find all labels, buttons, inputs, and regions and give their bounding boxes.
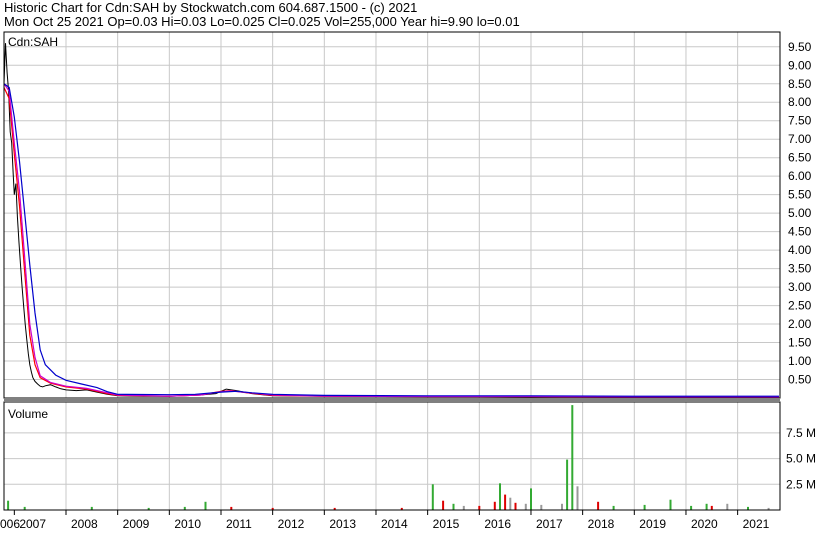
price-line [3,43,780,398]
price-tick-label: 7.50 [788,114,812,128]
volume-tick-label: 5.0 M [786,452,816,466]
year-tick-label: 2008 [71,517,98,531]
price-tick-label: 8.50 [788,77,812,91]
volume-bar [643,504,646,510]
moving-average-slow-line [3,83,779,397]
volume-bar [726,503,729,510]
volume-bar [431,484,434,510]
volume-bar [493,501,496,510]
price-legend-label: Cdn:SAH [8,35,58,49]
volume-bar [705,503,708,510]
volume-bar [669,499,672,510]
volume-bar [710,505,713,510]
volume-bar [478,505,481,510]
price-tick-label: 5.00 [788,206,812,220]
volume-bar [530,488,532,510]
price-tick-label: 6.50 [788,151,812,165]
year-tick-label: 2011 [226,517,252,531]
year-tick-label: 2015 [433,517,460,531]
price-tick-label: 9.50 [788,40,812,54]
volume-bar [524,503,527,510]
price-tick-label: 2.50 [788,299,812,313]
volume-bar [499,483,501,510]
volume-bar [566,459,569,510]
volume-bar [462,505,465,510]
volume-bar [514,502,517,510]
year-tick-label: 2019 [639,517,666,531]
price-tick-label: 4.00 [788,243,812,257]
year-tick-label: 2012 [278,517,305,531]
year-tick-label: 006 [0,517,20,531]
year-tick-label: 2007 [19,517,46,531]
price-panel-border [3,31,781,399]
price-tick-label: 3.50 [788,262,812,276]
year-tick-label: 2020 [691,517,718,531]
price-tick-label: 3.00 [788,280,812,294]
volume-bar [509,497,512,510]
year-tick-label: 2014 [381,517,408,531]
price-tick-label: 0.50 [788,373,812,387]
moving-average-mid-line [3,83,779,398]
moving-average-fast-line [3,87,779,398]
year-tick-label: 2016 [484,517,511,531]
price-tick-label: 1.50 [788,336,812,350]
volume-bar [576,486,579,510]
year-tick-label: 2009 [123,517,150,531]
price-tick-label: 2.00 [788,317,812,331]
price-series-group [3,43,780,398]
volume-bar [452,503,455,510]
year-tick-label: 2018 [588,517,615,531]
price-tick-label: 6.00 [788,169,812,183]
volume-bar [442,500,445,510]
volume-bars [7,405,770,510]
price-tick-label: 4.50 [788,225,812,239]
volume-bar [690,505,693,510]
price-tick-label: 8.00 [788,95,812,109]
year-tick-label: 2017 [536,517,563,531]
price-grid [4,32,780,398]
volume-tick-label: 7.5 M [786,426,816,440]
price-tick-label: 9.00 [788,58,812,72]
price-tick-label: 5.50 [788,188,812,202]
year-tick-label: 2010 [174,517,201,531]
price-tick-label: 7.00 [788,132,812,146]
axes: 9.50 9.00 8.50 8.00 7.50 7.00 6.50 6.00 5.50 5.00… [0,40,816,531]
volume-bar [571,405,574,510]
volume-bar [540,504,543,510]
volume-tick-label: 2.5 M [786,477,816,491]
volume-bar [561,503,563,510]
year-tick-label: 2021 [743,517,770,531]
volume-legend-label: Volume [8,407,48,421]
volume-bar [204,501,207,510]
volume-grid [4,402,780,510]
volume-bar [597,501,600,510]
volume-bar [612,505,615,510]
volume-panel-border [3,401,781,511]
volume-bar [7,500,10,510]
volume-bar [504,494,507,510]
historic-chart: 9.50 9.00 8.50 8.00 7.50 7.00 6.50 6.00 5.50 5.00… [0,31,816,531]
year-tick-label: 2013 [329,517,356,531]
price-tick-label: 1.00 [788,354,812,368]
